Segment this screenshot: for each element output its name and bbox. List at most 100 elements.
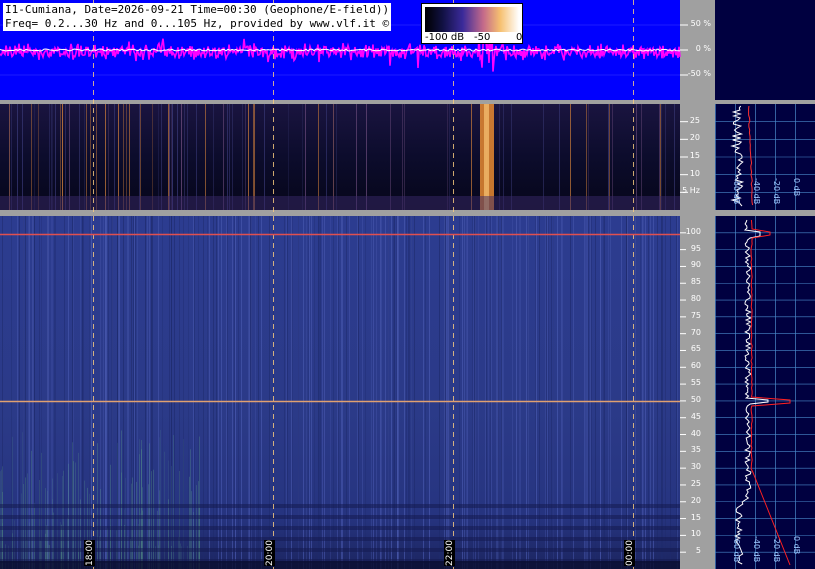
profile-panel-waveform: [715, 0, 815, 100]
spectrogram-0-30hz-streak: [52, 104, 53, 210]
spectrogram-0-105hz-ytick-label: 85: [690, 277, 701, 287]
colorbar: -100 dB -50 0: [421, 3, 523, 44]
spectrogram-0-30hz-streak: [608, 104, 609, 210]
spectrogram-0-30hz-streak: [559, 104, 560, 210]
spectrogram-0-30hz-streak: [659, 104, 660, 210]
waveform-ytick-label: -50 %: [687, 69, 711, 78]
spectrogram-0-30hz-streak: [326, 104, 327, 210]
spectrogram-0-30hz-streak: [641, 104, 642, 210]
profile-bottom-xtick-label: -60 dB: [732, 536, 741, 563]
spectrogram-0-30hz-streak: [674, 104, 675, 210]
spectrogram-0-30hz-streak: [31, 104, 32, 210]
spectrogram-0-105hz-ytick-label: 45: [690, 411, 701, 421]
spectrogram-0-30hz-streak: [232, 104, 233, 210]
spectrogram-0-30hz-streak: [126, 104, 127, 210]
profile-bottom-xtick-label: 0 dB: [792, 536, 801, 555]
spectrogram-0-30hz-streak: [205, 104, 206, 210]
spectrogram-0-30hz-streak: [114, 104, 115, 210]
waveform-separator: [0, 100, 680, 104]
spectrogram-0-105hz-lowfreq: [1, 469, 2, 569]
spectrogram-0-30hz-streak: [51, 104, 52, 210]
spectrogram-0-105hz-lowfreq: [198, 481, 199, 569]
spectrogram-0-30hz-streak: [79, 104, 80, 210]
spectrogram-0-30hz-burst-core: [484, 104, 489, 210]
spectrogram-0-30hz-streak: [34, 104, 35, 210]
spectrogram-0-30hz-streak: [152, 104, 153, 210]
spectrogram-0-30hz: [0, 104, 680, 210]
spectrogram-0-30hz-streak: [139, 104, 140, 210]
spectrogram-0-105hz-band: [0, 548, 680, 552]
spectrogram-0-30hz-ytick-label: 15: [689, 151, 700, 160]
header-title: I1-Cumiana, Date=2026-09-21 Time=00:30 (…: [3, 3, 392, 17]
spectrogram-0-30hz-ytick-label: 25: [689, 115, 700, 125]
colorbar-label-min: -100 dB: [425, 32, 465, 43]
hour-label: 18:00: [84, 540, 95, 566]
spectrogram-0-30hz-streak: [229, 104, 230, 210]
spectrogram-0-30hz-streak: [404, 104, 405, 210]
spectrogram-0-105hz-ytick-label: 15: [690, 512, 701, 522]
spectrogram-0-30hz-streak: [660, 104, 661, 210]
spectrogram-0-30hz-streak: [223, 104, 224, 210]
spectrogram-0-30hz-streak: [570, 104, 571, 210]
spectrogram-0-30hz-ytick-label: 5 Hz: [682, 186, 700, 196]
spectrogram-0-30hz-streak: [196, 104, 197, 210]
spectrogram-separator: [0, 210, 680, 216]
spectrogram-0-30hz-streak: [96, 104, 97, 210]
spectrogram-0-30hz-streak: [123, 104, 124, 210]
spectrogram-0-105hz-lowfreq: [52, 478, 53, 569]
spectrogram-0-105hz-ytick-label: 100: [685, 226, 701, 236]
spectrogram-0-30hz-streak: [177, 104, 178, 210]
spectrogram-0-105hz-ytick-label: 95: [690, 243, 701, 253]
spectrogram-0-30hz-streak: [90, 104, 91, 210]
spectrogram-0-30hz-streak: [17, 104, 18, 210]
hour-label-text: 18:00: [84, 540, 95, 566]
spectrogram-0-30hz-streak: [105, 104, 106, 210]
spectrogram-0-105hz-ytick-label: 50: [690, 394, 701, 404]
spectrogram-0-105hz-lowfreq: [25, 477, 26, 569]
spectrogram-0-105hz-lowfreq: [27, 473, 28, 569]
spectrogram-0-30hz-streak: [158, 104, 159, 210]
spectrogram-0-30hz-streak: [264, 104, 265, 210]
spectrogram-0-30hz-streak: [543, 104, 544, 210]
spectrogram-0-105hz-ytick-label: 10: [690, 529, 701, 539]
spectrogram-0-105hz-ytick-label: 80: [690, 294, 701, 304]
spectrogram-0-105hz-ytick-label: 40: [690, 428, 701, 438]
spectrogram-0-30hz-streak: [213, 104, 214, 210]
spectrogram-0-30hz-streak: [187, 104, 188, 210]
spectrogram-0-105hz-lowfreq: [121, 472, 122, 569]
spectrogram-0-30hz-streak: [60, 104, 61, 210]
spectrogram-0-30hz-streak: [38, 104, 39, 210]
spectrogram-0-30hz-streak: [227, 104, 228, 210]
profile-panel-bottom: [715, 216, 815, 569]
spectrogram-0-30hz-streak: [84, 104, 85, 210]
spectrogram-0-30hz-streak: [503, 104, 504, 210]
spectrogram-0-105hz-lowfreq: [189, 476, 190, 569]
spectrogram-0-105hz-lowfreq: [57, 473, 58, 569]
spectrogram-0-30hz-streak: [168, 104, 169, 210]
profile-bottom-xtick-label: -40 dB: [752, 536, 761, 563]
spectrogram-0-105hz-ytick-label: 70: [690, 327, 701, 337]
spectrogram-0-30hz-streak: [181, 104, 182, 210]
spectrogram-0-105hz-ytick-label: 30: [690, 462, 701, 472]
spectrogram-0-30hz-streak: [254, 104, 255, 210]
spectrogram-0-30hz-streak: [609, 104, 610, 210]
spectrogram-0-105hz-ytick-label: 25: [690, 478, 701, 488]
spectrogram-0-30hz-streak: [449, 104, 450, 210]
spectrogram-0-30hz-streak: [302, 104, 303, 210]
spectrogram-0-30hz-streak: [586, 104, 587, 210]
waveform-ytick-label: 0 %: [695, 44, 711, 53]
hour-label: 00:00: [624, 540, 635, 566]
spectrogram-0-105hz-ytick-label: 75: [690, 310, 701, 320]
spectrogram-0-30hz-streak: [447, 104, 448, 210]
spectrogram-0-105hz-ytick-label: 60: [690, 361, 701, 371]
spectrogram-0-105hz-ytick-label: 65: [690, 344, 701, 354]
spectrogram-0-30hz-streak: [366, 104, 367, 210]
spectrogram-0-30hz-streak: [129, 104, 130, 210]
colorbar-label-max: 0: [516, 32, 523, 43]
spectrogram-0-30hz-streak: [499, 104, 500, 210]
spectrogram-0-30hz-lowband: [0, 196, 680, 210]
spectrogram-0-30hz-streak: [318, 104, 319, 210]
spectrogram-0-105hz-lowfreq: [62, 475, 63, 569]
spectrogram-0-105hz-ytick-label: 5: [695, 546, 701, 556]
profile-bottom-xtick-label: -20 dB: [772, 536, 781, 563]
